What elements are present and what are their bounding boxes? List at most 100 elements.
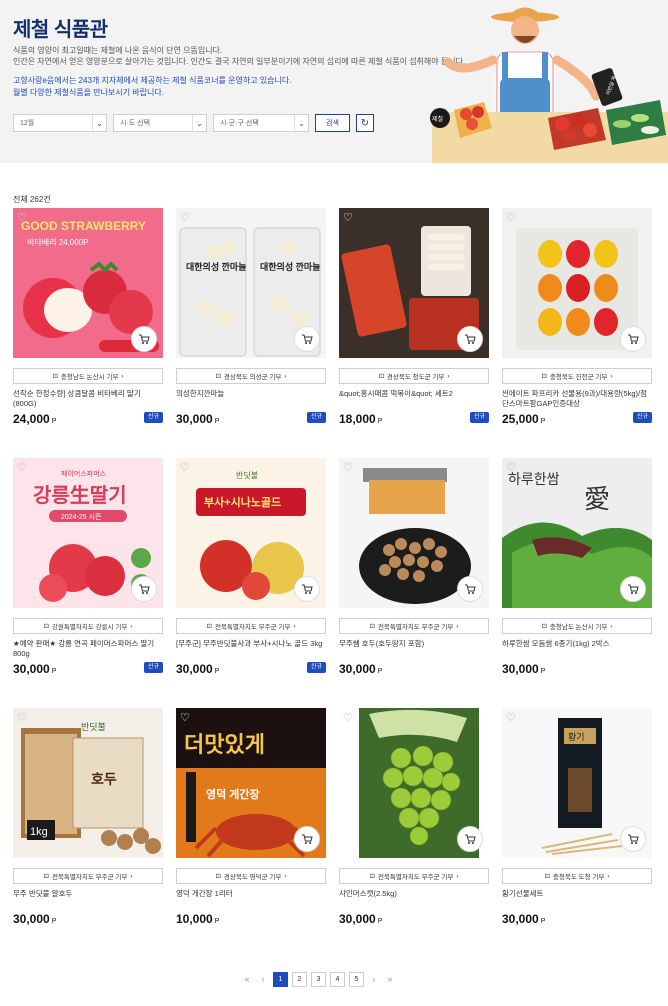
product-name[interactable]: 샤인머스캣(2.5kg) (339, 889, 489, 909)
prev-page-icon[interactable]: ‹ (257, 974, 269, 984)
product-image[interactable]: GOOD STRAWBERRY 비타베리 24,000P ♡ (13, 208, 163, 358)
region-donation-button[interactable]: ⊡ 경상북도 의성군 기부 › (176, 368, 326, 384)
cart-icon[interactable] (457, 326, 483, 352)
page-5[interactable]: 5 (349, 971, 364, 987)
product-image[interactable]: 하루한쌈 愛 ♡ (502, 458, 652, 608)
sigungu-select[interactable]: 시·군·구 선택 ⌄ (213, 114, 309, 132)
heart-icon[interactable]: ♡ (343, 462, 355, 474)
product-name[interactable]: 무주 반딧불 알호두 (13, 889, 163, 909)
chevron-right-icon: › (121, 372, 124, 380)
product-name[interactable]: &quot;홍시매콤 떡볶이&quot; 세트2 (339, 389, 489, 409)
reset-button[interactable]: ↻ (356, 114, 374, 132)
region-donation-button[interactable]: ⊡ 충청남도 논산시 기부 › (13, 368, 163, 384)
product-price: 25,000 P (502, 412, 545, 426)
last-page-icon[interactable]: » (384, 974, 396, 984)
cart-icon[interactable] (620, 326, 646, 352)
heart-icon[interactable]: ♡ (343, 212, 355, 224)
product-card[interactable]: 황기 ♡ ⊡ 충청북도 도청 기부 › 황기선물세트 30,000 P (502, 708, 652, 926)
region-donation-button[interactable]: ⊡ 경상북도 청도군 기부 › (339, 368, 489, 384)
region-donation-button[interactable]: ⊡ 충청북도 도청 기부 › (502, 868, 652, 884)
heart-icon[interactable]: ♡ (17, 212, 29, 224)
product-name[interactable]: [무주군] 무주반딧불사과 부사+시나노 골드 3kg (176, 639, 326, 659)
product-price: 30,000 P (339, 912, 382, 926)
thumb-text: 황기 (568, 732, 585, 742)
region-donation-button[interactable]: ⊡ 전북특별자치도 무주군 기부 › (13, 868, 163, 884)
product-image[interactable]: 반딧불 부사+시나노골드 ♡ (176, 458, 326, 608)
first-page-icon[interactable]: « (241, 974, 253, 984)
product-card[interactable]: ♡ ⊡ 전북특별자치도 무주군 기부 › 무주쌤 호두(호두땅지 포함) 30,00… (339, 458, 489, 676)
pagination: « ‹ 1 2 3 4 5 › » (241, 971, 396, 987)
cart-icon[interactable] (294, 576, 320, 602)
region-donation-button[interactable]: ⊡ 충청남도 논산시 기부 › (502, 618, 652, 634)
page-3[interactable]: 3 (311, 971, 326, 987)
product-card[interactable]: ♡ ⊡ 경상북도 청도군 기부 › &quot;홍시매콤 떡볶이&quot; 세트2… (339, 208, 489, 426)
gift-icon: ⊡ (206, 623, 212, 630)
heart-icon[interactable]: ♡ (343, 712, 355, 724)
product-name[interactable]: 황기선물세트 (502, 889, 652, 909)
price-unit: P (214, 668, 220, 675)
next-page-icon[interactable]: › (368, 974, 380, 984)
region-donation-button[interactable]: ⊡ 충청북도 진천군 기부 › (502, 368, 652, 384)
cart-icon[interactable] (457, 826, 483, 852)
product-image[interactable]: 대한의성 깐마늘 대한의성 깐마늘 ♡ (176, 208, 326, 358)
product-image[interactable]: ♡ (339, 208, 489, 358)
product-image[interactable]: 더맛있게 영덕 게간장 ♡ (176, 708, 326, 858)
filter-bar: 12월 ⌄ 시·도 선택 ⌄ 시·군·구 선택 ⌄ 검색 ↻ (13, 114, 374, 132)
product-image[interactable]: ♡ (339, 458, 489, 608)
heart-icon[interactable]: ♡ (506, 712, 518, 724)
product-price: 18,000 P (339, 412, 382, 426)
page-4[interactable]: 4 (330, 971, 345, 987)
heart-icon[interactable]: ♡ (506, 462, 518, 474)
cart-icon[interactable] (620, 826, 646, 852)
product-image[interactable]: ♡ (502, 208, 652, 358)
product-card[interactable]: 하루한쌈 愛 ♡ ⊡ 충청남도 논산시 기부 › 하루한쌈 모듬쌈 6종기(1kg)… (502, 458, 652, 676)
page-1[interactable]: 1 (273, 971, 288, 987)
product-card[interactable]: GOOD STRAWBERRY 비타베리 24,000P ♡ ⊡ 충청남도 논산시… (13, 208, 163, 426)
heart-icon[interactable]: ♡ (180, 212, 192, 224)
product-card[interactable]: 대한의성 깐마늘 대한의성 깐마늘 ♡ ⊡ 경상북도 의성군 기부 › 의성한지깐마… (176, 208, 326, 426)
product-card[interactable]: 호두 반딧불 1kg ♡ ⊡ 전북특별자치도 무주군 기부 › 무주 반딧불 알호두… (13, 708, 163, 926)
region-donation-button[interactable]: ⊡ 전북특별자치도 무주군 기부 › (339, 618, 489, 634)
product-name[interactable]: 영덕 게간장 1리터 (176, 889, 326, 909)
product-image[interactable]: 황기 ♡ (502, 708, 652, 858)
cart-icon[interactable] (131, 576, 157, 602)
region-donation-button[interactable]: ⊡ 강원특별자치도 강릉시 기부 › (13, 618, 163, 634)
month-select[interactable]: 12월 ⌄ (13, 114, 107, 132)
price-value: 30,000 (339, 662, 376, 676)
product-card[interactable]: 더맛있게 영덕 게간장 ♡ ⊡ 경상북도 영덕군 기부 › 영덕 게간장 1리터 1… (176, 708, 326, 926)
product-card[interactable]: ♡ ⊡ 충청북도 진천군 기부 › 씬에이트 파프리카 선물용(9과)/대용량(5k… (502, 208, 652, 426)
product-image[interactable]: ♡ (339, 708, 489, 858)
product-name[interactable]: 하루한쌈 모듬쌈 6종기(1kg) 2박스 (502, 639, 652, 659)
product-card[interactable]: 페이머스파머스 강릉生딸기 2024-25 시즌 ♡ ⊡ 강원특별자치도 강릉시 … (13, 458, 163, 676)
cart-icon[interactable] (620, 576, 646, 602)
product-card[interactable]: ♡ ⊡ 전북특별자치도 무주군 기부 › 샤인머스캣(2.5kg) 30,000 P (339, 708, 489, 926)
gift-icon: ⊡ (43, 623, 49, 630)
region-donation-button[interactable]: ⊡ 전북특별자치도 무주군 기부 › (176, 618, 326, 634)
heart-icon[interactable]: ♡ (506, 212, 518, 224)
cart-icon[interactable] (294, 326, 320, 352)
product-price: 30,000 P (13, 912, 56, 926)
product-name[interactable]: 선착순 한정수량] 상큼달콤 비타베리 딸기(800G) (13, 389, 163, 409)
product-image[interactable]: 호두 반딧불 1kg ♡ (13, 708, 163, 858)
new-badge: 신규 (469, 412, 489, 423)
cart-icon[interactable] (457, 576, 483, 602)
page-2[interactable]: 2 (292, 971, 307, 987)
product-name[interactable]: ★예약 판매★ 강릉 연곡 페이머스파머스 딸기 800g (13, 639, 163, 659)
product-name[interactable]: 무주쌤 호두(호두땅지 포함) (339, 639, 489, 659)
heart-icon[interactable]: ♡ (17, 712, 29, 724)
product-name[interactable]: 씬에이트 파프리카 선물용(9과)/대용량(5kg)/첨단스마트팜GAP인증대상 (502, 389, 652, 409)
cart-icon[interactable] (131, 326, 157, 352)
product-name[interactable]: 의성한지깐마늘 (176, 389, 326, 409)
product-card[interactable]: 반딧불 부사+시나노골드 ♡ ⊡ 전북특별자치도 무주군 기부 › [무주군] 무주… (176, 458, 326, 676)
price-value: 25,000 (502, 412, 539, 426)
heart-icon[interactable]: ♡ (17, 462, 29, 474)
price-value: 30,000 (339, 912, 376, 926)
sido-select[interactable]: 시·도 선택 ⌄ (113, 114, 207, 132)
region-donation-button[interactable]: ⊡ 전북특별자치도 무주군 기부 › (339, 868, 489, 884)
heart-icon[interactable]: ♡ (180, 462, 192, 474)
cart-icon[interactable] (294, 826, 320, 852)
product-image[interactable]: 페이머스파머스 강릉生딸기 2024-25 시즌 ♡ (13, 458, 163, 608)
region-donation-button[interactable]: ⊡ 경상북도 영덕군 기부 › (176, 868, 326, 884)
heart-icon[interactable]: ♡ (180, 712, 192, 724)
search-button[interactable]: 검색 (315, 114, 350, 132)
